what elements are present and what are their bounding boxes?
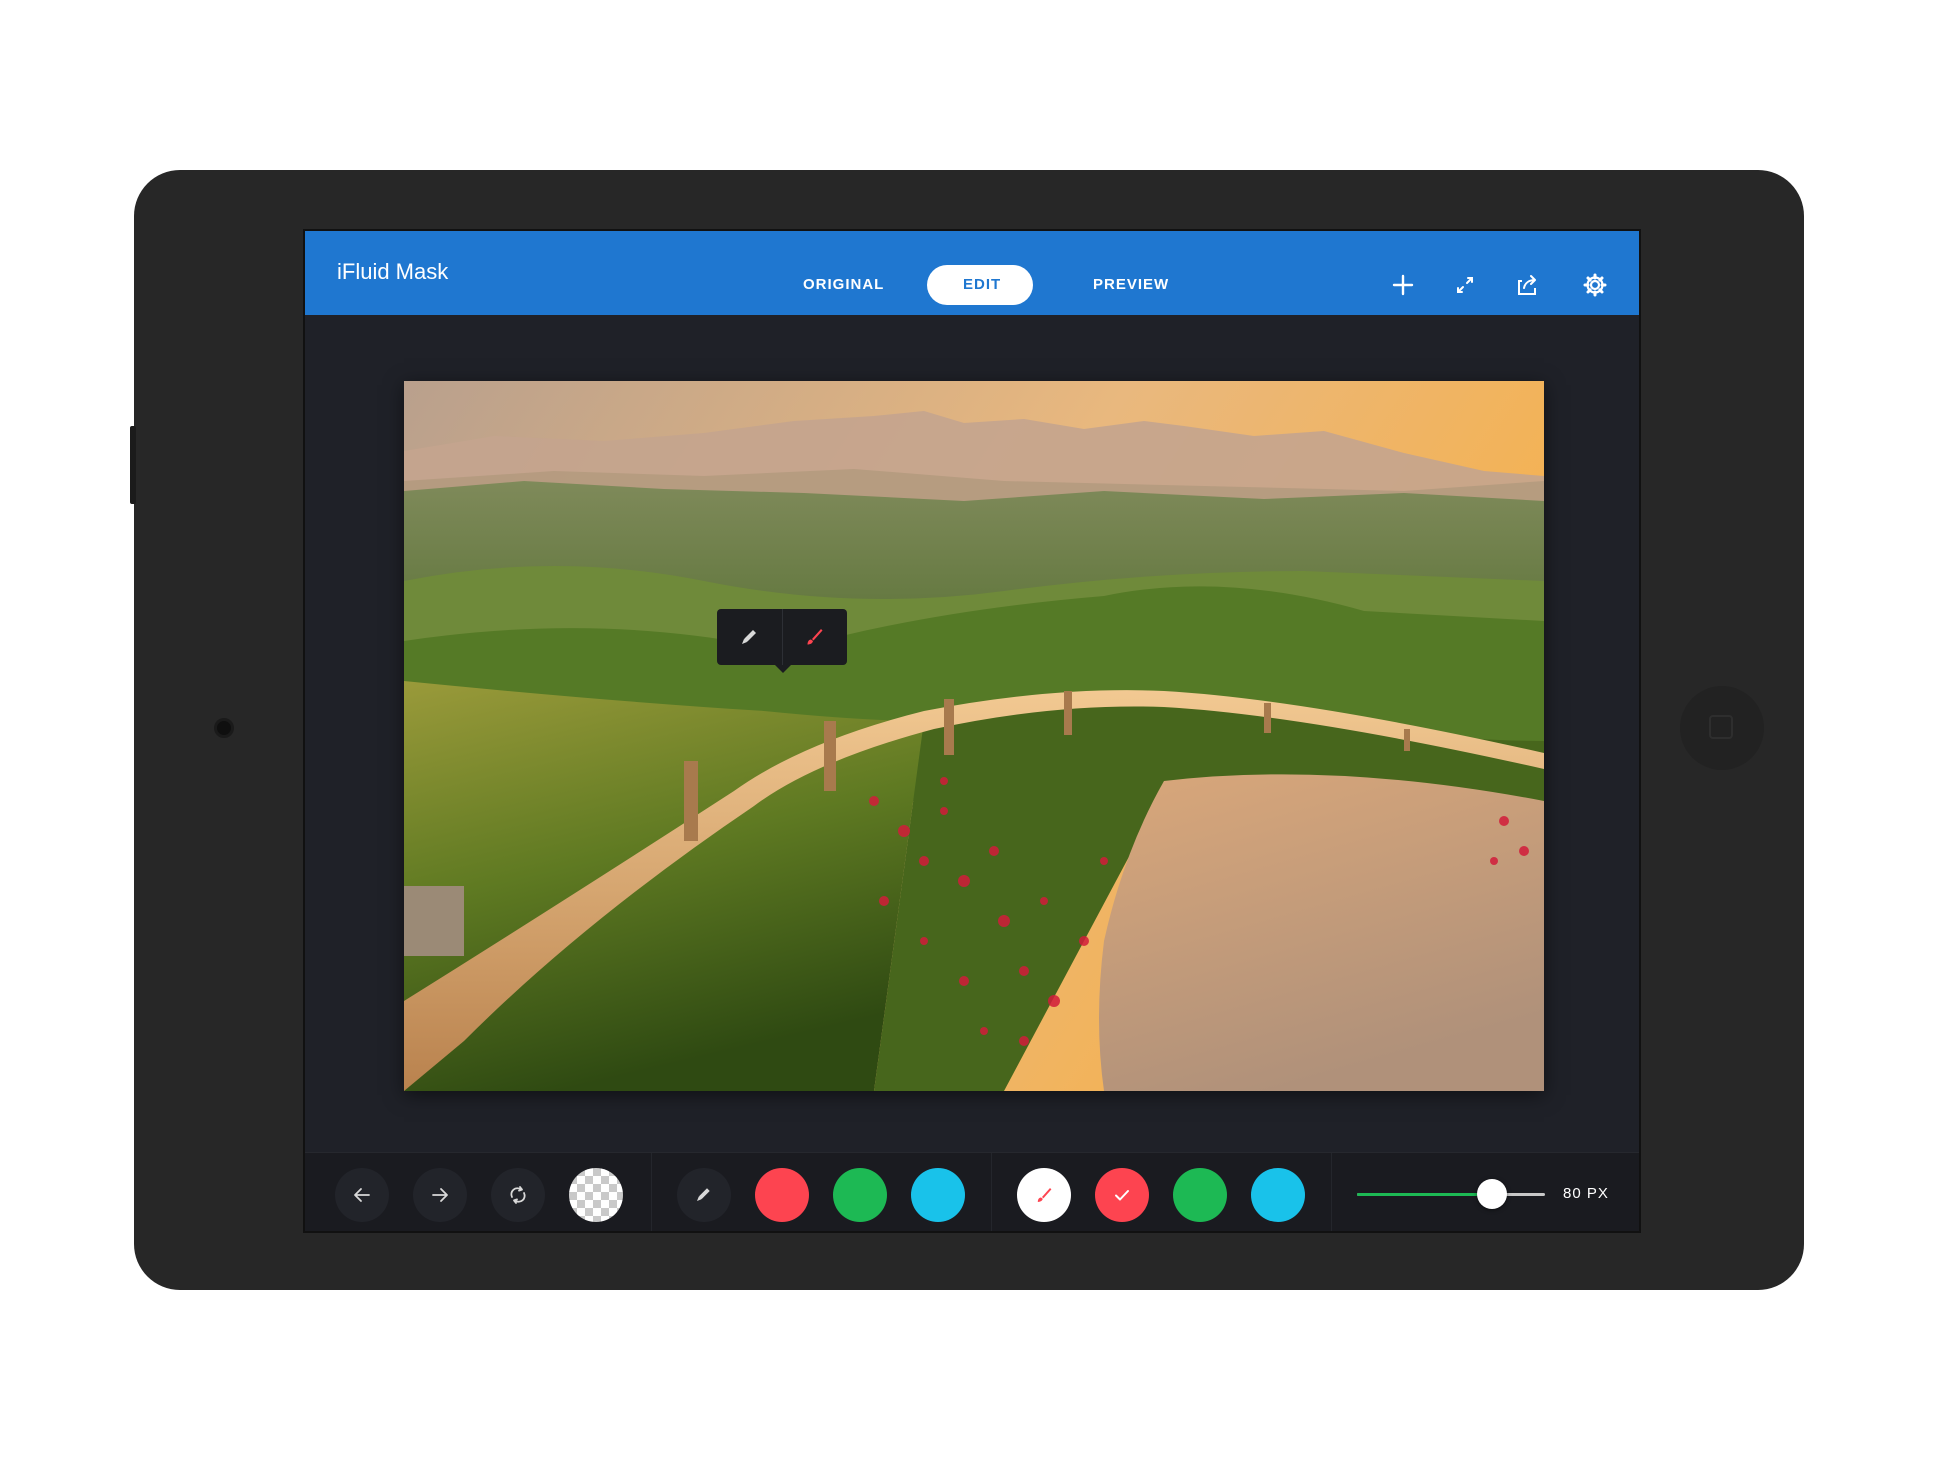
toolbar-divider [991,1153,992,1231]
brush-color-green[interactable] [1173,1168,1227,1222]
gear-icon[interactable] [1581,271,1609,299]
toolbar-divider [651,1153,652,1231]
tool-popover [717,609,847,673]
slider-fill [1357,1193,1493,1196]
pencil-color-green[interactable] [833,1168,887,1222]
bottom-toolbar: 80 PX [305,1152,1639,1231]
pencil-color-cyan[interactable] [911,1168,965,1222]
camera [214,718,234,738]
home-button[interactable] [1680,686,1764,770]
pencil-icon[interactable] [735,623,763,651]
slider-thumb[interactable] [1477,1179,1508,1209]
tab-preview[interactable]: PREVIEW [1057,265,1205,305]
brush-size-label: 80 PX [1563,1185,1609,1202]
brush-icon [1037,1188,1052,1202]
pencil-tool-button[interactable] [677,1168,731,1222]
checkmark-icon [1115,1190,1129,1201]
brush-tool-button[interactable] [1017,1168,1071,1222]
brush-size-slider[interactable] [1357,1179,1545,1209]
brush-icon[interactable] [800,623,828,651]
app-header: iFluid Mask ORIGINAL EDIT PREVIEW [305,231,1639,315]
share-icon[interactable] [1513,271,1541,299]
side-button [130,426,136,504]
reset-button[interactable] [491,1168,545,1222]
popover-divider [782,609,783,665]
app-title: iFluid Mask [337,259,449,284]
pencil-icon [697,1188,710,1201]
arrow-right-icon [432,1188,448,1202]
home-square-icon [1709,715,1733,739]
refresh-icon [510,1186,526,1204]
brush-color-cyan[interactable] [1251,1168,1305,1222]
tablet-device: iFluid Mask ORIGINAL EDIT PREVIEW 80 PX [130,170,1804,1290]
plus-icon[interactable] [1389,271,1417,299]
arrow-left-icon [354,1188,370,1202]
fullscreen-icon[interactable] [1451,271,1479,299]
undo-button[interactable] [335,1168,389,1222]
pencil-color-red[interactable] [755,1168,809,1222]
toolbar-divider [1331,1153,1332,1231]
landscape-photo [404,381,1544,1091]
transparency-swatch[interactable] [569,1168,623,1222]
redo-button[interactable] [413,1168,467,1222]
app-screen: iFluid Mask ORIGINAL EDIT PREVIEW 80 PX [303,229,1641,1233]
tab-edit[interactable]: EDIT [927,265,1033,305]
brush-color-red[interactable] [1095,1168,1149,1222]
tab-original[interactable]: ORIGINAL [767,265,920,305]
photo-canvas[interactable] [404,381,1544,1091]
